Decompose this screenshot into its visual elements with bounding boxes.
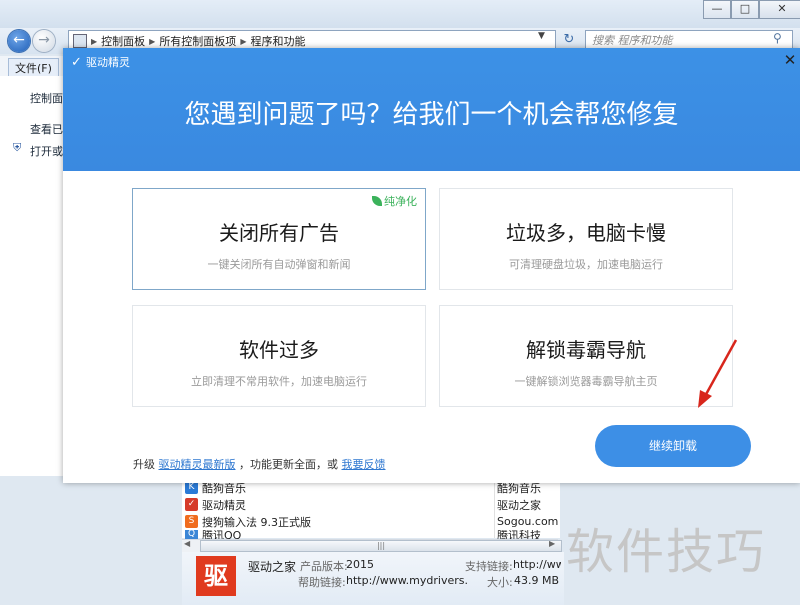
card-subtitle: 一键关闭所有自动弹窗和新闻 <box>207 258 351 271</box>
drivergenius-check-icon: ✓ <box>71 55 82 70</box>
caption-buttons: — □ ✕ <box>703 0 800 19</box>
option-too-many-software[interactable]: 软件过多 立即清理不常用软件，加速电脑运行 <box>132 305 426 407</box>
breadcrumb-separator-icon: ▶ <box>149 36 156 46</box>
watermark-text: 软件技巧 <box>566 524 767 580</box>
details-version: 2015 <box>346 558 374 571</box>
details-help-link[interactable]: http://www.mydrivers. <box>346 574 468 587</box>
continue-uninstall-button[interactable]: 继续卸载 <box>595 425 751 467</box>
row-publisher: 驱动之家 <box>497 498 541 512</box>
left-link-features[interactable]: 打开或 <box>30 143 63 159</box>
details-version-label: 产品版本: <box>300 560 348 573</box>
footer-middle: ，功能更新全面，或 <box>239 458 338 471</box>
row-name: 驱动精灵 <box>202 498 246 512</box>
leaf-icon <box>372 196 382 206</box>
badge-label: 纯净化 <box>384 195 417 208</box>
footer-prefix: 升级 <box>133 458 155 471</box>
card-subtitle: 一键解锁浏览器毒霸导航主页 <box>514 375 658 388</box>
left-link-view-updates[interactable]: 查看已 <box>30 121 63 137</box>
details-size-label: 大小: <box>487 576 513 589</box>
card-title: 软件过多 <box>239 338 319 362</box>
search-input[interactable]: 搜索 程序和功能 <box>585 30 793 50</box>
card-title: 解锁毒霸导航 <box>526 338 646 362</box>
search-icon[interactable]: ⚲ <box>773 31 782 45</box>
pure-badge: 纯净化 <box>372 193 417 209</box>
card-subtitle: 立即清理不常用软件，加速电脑运行 <box>191 375 367 388</box>
control-panel-icon <box>73 34 87 48</box>
minimize-button[interactable]: — <box>703 0 731 19</box>
sogou-icon: S <box>185 515 198 528</box>
breadcrumb-programs[interactable]: 程序和功能 <box>250 33 305 49</box>
dialog-close-icon[interactable]: ✕ <box>782 52 798 68</box>
drivergenius-logo: 驱 <box>196 556 236 596</box>
forward-button[interactable]: → <box>33 30 55 52</box>
breadcrumb-all-items[interactable]: 所有控制面板项 <box>159 33 236 49</box>
window-titlebar <box>0 0 800 28</box>
details-publisher: 驱动之家 <box>248 560 297 574</box>
refresh-icon[interactable]: ↻ <box>558 30 580 50</box>
scroll-left-icon[interactable]: ◀ <box>184 539 190 548</box>
left-link-control-panel[interactable]: 控制面 <box>30 90 63 106</box>
breadcrumb-control-panel[interactable]: 控制面板 <box>101 33 145 49</box>
breadcrumb-separator-icon: ▶ <box>240 36 247 46</box>
dialog-app-name: 驱动精灵 <box>86 56 130 69</box>
details-help-label: 帮助链接: <box>298 576 346 589</box>
menu-file[interactable]: 文件(F) <box>8 58 59 78</box>
drivergenius-icon: ✓ <box>185 498 198 511</box>
shield-icon: ⛨ <box>13 141 22 154</box>
card-subtitle: 可清理硬盘垃圾，加速电脑运行 <box>509 258 663 271</box>
address-dropdown-icon[interactable]: ▼ <box>538 31 545 41</box>
red-arrow-icon <box>698 339 738 408</box>
feedback-link[interactable]: 我要反馈 <box>342 458 386 471</box>
dialog-headline: 您遇到问题了吗？给我们一个机会帮您修复 <box>184 100 679 130</box>
row-name: 搜狗输入法 9.3正式版 <box>202 515 311 529</box>
tencent-icon: Q <box>185 530 198 539</box>
back-button[interactable]: ← <box>8 30 30 52</box>
row-publisher: Sogou.com <box>497 515 559 528</box>
footer-note: 升级 驱动精灵最新版 ，功能更新全面，或 我要反馈 <box>133 456 386 472</box>
table-row[interactable]: Q 腾讯QQ 腾讯科技 <box>185 530 560 539</box>
details-size: 43.9 MB <box>514 574 560 587</box>
window-close-button[interactable]: ✕ <box>759 0 800 19</box>
scrollbar-thumb[interactable]: ||| <box>200 540 562 552</box>
details-support-link[interactable]: http://www <box>513 558 561 571</box>
option-clean-junk[interactable]: 垃圾多，电脑卡慢 可清理硬盘垃圾，加速电脑运行 <box>439 188 733 290</box>
option-unlock-navigation[interactable]: 解锁毒霸导航 一键解锁浏览器毒霸导航主页 <box>439 305 733 407</box>
details-support-label: 支持链接: <box>465 560 513 573</box>
table-row[interactable]: S 搜狗输入法 9.3正式版 Sogou.com <box>185 513 560 530</box>
breadcrumb-separator-icon: ▶ <box>91 36 98 46</box>
card-title: 关闭所有广告 <box>219 221 339 245</box>
table-row[interactable]: ✓ 驱动精灵 驱动之家 <box>185 496 560 513</box>
maximize-button[interactable]: □ <box>731 0 759 19</box>
scroll-right-icon[interactable]: ▶ <box>549 539 555 548</box>
card-title: 垃圾多，电脑卡慢 <box>506 221 666 245</box>
upgrade-link[interactable]: 驱动精灵最新版 <box>159 458 236 471</box>
row-publisher: 腾讯科技 <box>497 530 541 539</box>
row-name: 腾讯QQ <box>202 530 242 539</box>
